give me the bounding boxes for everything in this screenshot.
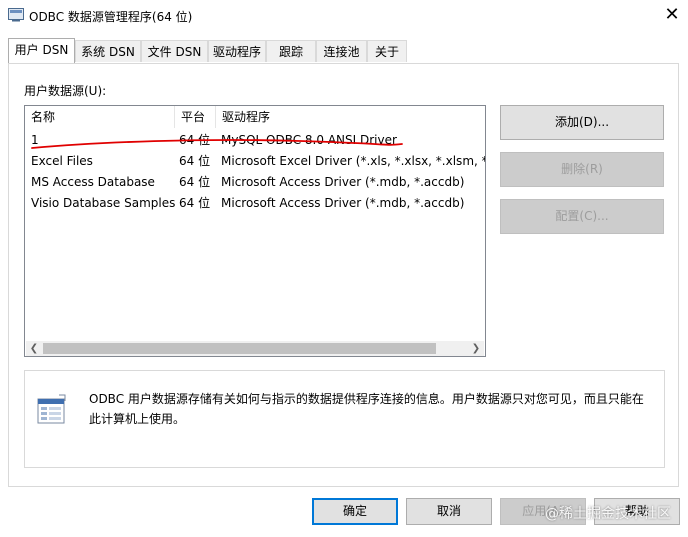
tab-file-dsn[interactable]: 文件 DSN [141, 40, 208, 62]
tab-drivers[interactable]: 驱动程序 [208, 40, 266, 62]
table-row[interactable]: Excel Files 64 位 Microsoft Excel Driver … [25, 151, 485, 172]
ok-button[interactable]: 确定 [312, 498, 398, 525]
row-name: Visio Database Samples [31, 196, 175, 210]
add-button[interactable]: 添加(D)... [500, 105, 664, 140]
column-header-driver[interactable]: 驱动程序 [216, 106, 485, 128]
user-datasources-label: 用户数据源(U): [24, 84, 107, 98]
tab-tracing[interactable]: 跟踪 [266, 40, 316, 62]
configure-button[interactable]: 配置(C)... [500, 199, 664, 234]
horizontal-scrollbar[interactable]: ❮ ❯ [26, 341, 484, 356]
column-header-platform[interactable]: 平台 [175, 106, 216, 128]
column-header-name[interactable]: 名称 [25, 106, 175, 128]
row-platform: 64 位 [179, 133, 211, 147]
row-driver: MySQL ODBC 8.0 ANSI Driver [221, 133, 397, 147]
row-name: 1 [31, 133, 39, 147]
watermark-text: @稀土掘金技术社区 [545, 506, 671, 522]
remove-button[interactable]: 删除(R) [500, 152, 664, 187]
row-driver: Microsoft Access Driver (*.mdb, *.accdb) [221, 175, 465, 189]
tab-user-dsn[interactable]: 用户 DSN [8, 38, 75, 64]
title-bar: ODBC 数据源管理程序(64 位) ✕ [0, 0, 688, 32]
tab-connection-pooling[interactable]: 连接池 [316, 40, 367, 62]
scroll-left-icon[interactable]: ❮ [26, 341, 42, 356]
row-platform: 64 位 [179, 175, 211, 189]
odbc-app-icon [8, 8, 24, 22]
info-box: ODBC 用户数据源存储有关如何与指示的数据提供程序连接的信息。用户数据源只对您… [24, 370, 665, 468]
row-driver: Microsoft Access Driver (*.mdb, *.accdb) [221, 196, 465, 210]
datasource-list[interactable]: 名称 平台 驱动程序 1 64 位 MySQL ODBC 8.0 ANSI Dr… [24, 105, 486, 357]
scrollbar-thumb[interactable] [43, 343, 436, 354]
scroll-right-icon[interactable]: ❯ [468, 341, 484, 356]
datasource-info-icon [37, 394, 66, 424]
info-text: ODBC 用户数据源存储有关如何与指示的数据提供程序连接的信息。用户数据源只对您… [89, 392, 644, 426]
row-platform: 64 位 [179, 154, 211, 168]
tab-system-dsn[interactable]: 系统 DSN [75, 40, 141, 62]
cancel-button[interactable]: 取消 [406, 498, 492, 525]
row-name: MS Access Database [31, 175, 155, 189]
table-row[interactable]: MS Access Database 64 位 Microsoft Access… [25, 172, 485, 193]
row-driver: Microsoft Excel Driver (*.xls, *.xlsx, *… [221, 154, 485, 168]
row-name: Excel Files [31, 154, 93, 168]
window-title: ODBC 数据源管理程序(64 位) [29, 10, 193, 24]
close-icon[interactable]: ✕ [658, 2, 686, 28]
row-platform: 64 位 [179, 196, 211, 210]
tab-about[interactable]: 关于 [367, 40, 407, 62]
table-row[interactable]: Visio Database Samples 64 位 Microsoft Ac… [25, 193, 485, 214]
table-row[interactable]: 1 64 位 MySQL ODBC 8.0 ANSI Driver [25, 130, 485, 151]
